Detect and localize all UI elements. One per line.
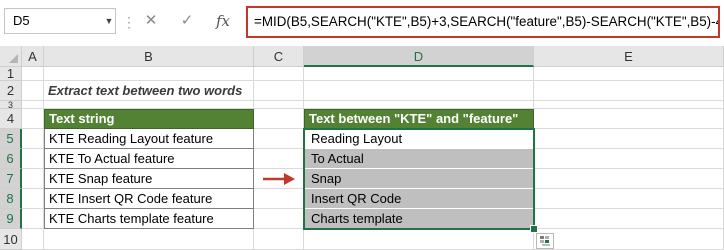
row-header-3[interactable]: 3 bbox=[0, 101, 22, 110]
checkmark-icon[interactable]: ✓ bbox=[176, 10, 198, 32]
chevron-down-icon[interactable]: ▼ bbox=[103, 9, 115, 33]
select-all-icon bbox=[9, 54, 18, 63]
fx-icon[interactable]: fx bbox=[212, 10, 234, 32]
formula-bar: D5 ▼ ⋮ ✕ ✓ fx =MID(B5,SEARCH("KTE",B5)+3… bbox=[0, 0, 724, 44]
column-header-a[interactable]: A bbox=[22, 46, 44, 67]
source-cell-b8[interactable]: KTE Insert QR Code feature bbox=[44, 189, 254, 209]
column-header-d[interactable]: D bbox=[304, 46, 534, 67]
row-header-4[interactable]: 4 bbox=[0, 109, 22, 129]
column-header-b[interactable]: B bbox=[44, 46, 254, 67]
quick-analysis-button[interactable] bbox=[536, 233, 554, 249]
source-cell-b7[interactable]: KTE Snap feature bbox=[44, 169, 254, 189]
result-cell-d9[interactable]: Charts template bbox=[304, 209, 534, 229]
result-header-cell[interactable]: Text between "KTE" and "feature" bbox=[304, 109, 534, 129]
result-cell-d6[interactable]: To Actual bbox=[304, 149, 534, 169]
quick-analysis-icon bbox=[540, 236, 550, 246]
row-header-8[interactable]: 8 bbox=[0, 189, 22, 209]
sheet-title[interactable]: Extract text between two words bbox=[44, 81, 304, 101]
right-arrow-icon bbox=[263, 173, 295, 185]
formula-input[interactable]: =MID(B5,SEARCH("KTE",B5)+3,SEARCH("featu… bbox=[246, 6, 720, 38]
result-cell-d8[interactable]: Insert QR Code bbox=[304, 189, 534, 209]
source-cell-b6[interactable]: KTE To Actual feature bbox=[44, 149, 254, 169]
result-cell-d5[interactable]: Reading Layout bbox=[304, 129, 534, 149]
row-header-5[interactable]: 5 bbox=[0, 129, 22, 149]
close-icon[interactable]: ✕ bbox=[140, 10, 162, 32]
formula-bar-grip: ⋮ bbox=[122, 14, 136, 30]
row-header-10[interactable]: 10 bbox=[0, 229, 22, 250]
source-header-cell[interactable]: Text string bbox=[44, 109, 254, 129]
row-header-7[interactable]: 7 bbox=[0, 169, 22, 189]
select-all-button[interactable] bbox=[0, 46, 22, 67]
name-box-value: D5 bbox=[13, 13, 30, 28]
result-cell-d7[interactable]: Snap bbox=[304, 169, 534, 189]
row-header-9[interactable]: 9 bbox=[0, 209, 22, 229]
source-cell-b5[interactable]: KTE Reading Layout feature bbox=[44, 129, 254, 149]
source-cell-b9[interactable]: KTE Charts template feature bbox=[44, 209, 254, 229]
row-header-2[interactable]: 2 bbox=[0, 81, 22, 101]
row-header-6[interactable]: 6 bbox=[0, 149, 22, 169]
fill-handle[interactable] bbox=[530, 225, 538, 233]
row-header-1[interactable]: 1 bbox=[0, 67, 22, 81]
name-box[interactable]: D5 ▼ bbox=[4, 8, 116, 34]
column-header-c[interactable]: C bbox=[254, 46, 304, 67]
column-header-e[interactable]: E bbox=[534, 46, 724, 67]
worksheet-grid: A B C D E 1 2 3 4 5 6 7 8 9 10 Extract t… bbox=[0, 46, 724, 250]
